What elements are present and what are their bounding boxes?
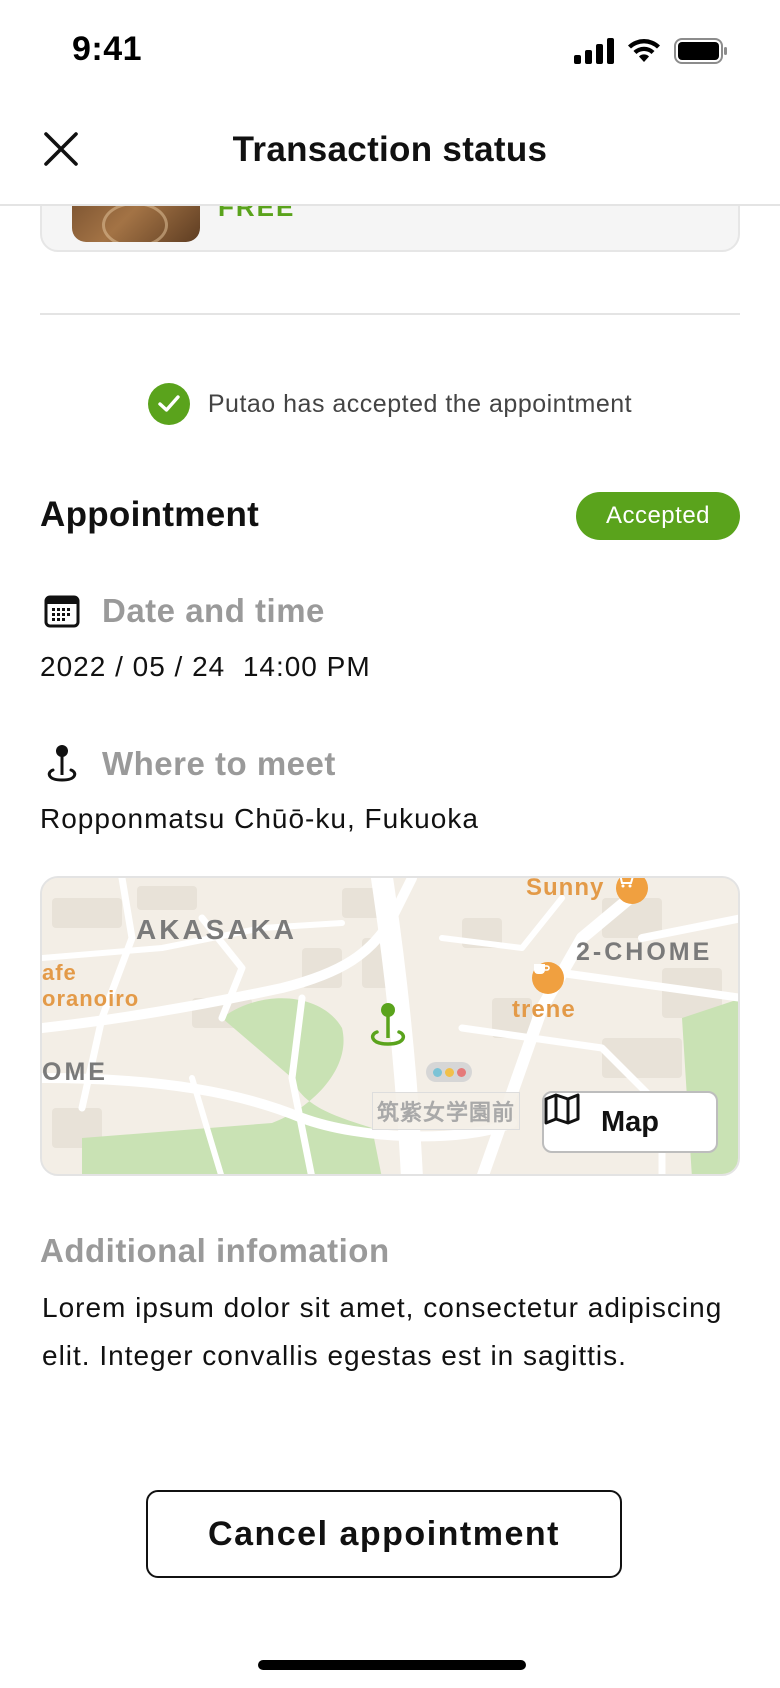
appointment-title: Appointment [40, 495, 260, 534]
date-time-value: 2022 / 05 / 24 14:00 PM [40, 651, 371, 682]
battery-icon [674, 38, 727, 64]
page-title: Transaction status [232, 130, 548, 169]
meet-place-label: Where to meet [44, 744, 336, 784]
map-label-2-chome: 2-CHOME [576, 938, 713, 966]
meet-place-label-text: Where to meet [102, 745, 336, 782]
meet-place-value: Ropponmatsu Chūō-ku, Fukuoka [40, 803, 479, 834]
location-pin-icon [47, 745, 77, 782]
map-label-sunny: Sunny [526, 876, 605, 901]
additional-info-text: Lorem ipsum dolor sit amet, consectetur … [42, 1292, 723, 1371]
date-time-label: Date and time [44, 592, 325, 630]
map-label-station: 筑紫女学園前 [372, 1092, 521, 1130]
map-location-pin-icon [370, 1003, 406, 1046]
cancel-appointment-button[interactable]: Cancel appointment [146, 1490, 622, 1578]
home-indicator [258, 1660, 526, 1670]
calendar-icon [44, 595, 80, 628]
notice-text: Putao has accepted the appointment [207, 389, 633, 418]
map-label-ome: OME [42, 1058, 108, 1086]
header: Transaction status [0, 100, 780, 206]
cellular-signal-icon [574, 38, 614, 64]
map-label-trene: trene [512, 996, 576, 1023]
status-icons [574, 38, 728, 64]
location-map[interactable]: AKASAKA Sunny 2-CHOME trene afe oranoiro… [40, 876, 740, 1176]
map-label-cafe: afe [42, 960, 77, 985]
divider [40, 313, 740, 315]
open-map-button[interactable]: Map [542, 1091, 718, 1153]
map-label-cafe-name: oranoiro [42, 986, 140, 1011]
map-icon [544, 1093, 580, 1125]
status-bar: 9:41 [0, 0, 780, 100]
status-badge: Accepted [576, 492, 740, 540]
date-time-label-text: Date and time [102, 592, 325, 629]
cafe-icon [532, 962, 564, 994]
map-label-akasaka: AKASAKA [136, 914, 297, 945]
check-circle-icon [147, 383, 190, 425]
transit-icon [426, 1062, 472, 1082]
map-button-label: Map [601, 1105, 659, 1138]
additional-info-label: Additional infomation [40, 1232, 390, 1269]
wifi-icon [628, 39, 660, 62]
acceptance-notice: Putao has accepted the appointment [0, 383, 780, 425]
status-time: 9:41 [72, 30, 143, 68]
